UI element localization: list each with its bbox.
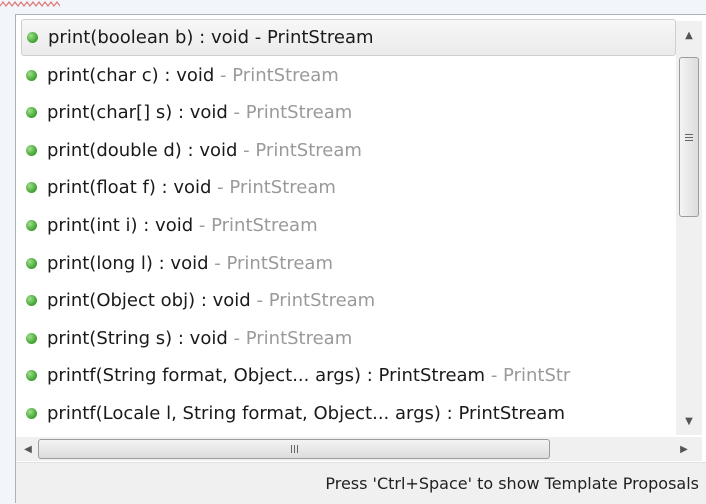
arrow-up-icon: ▲ — [685, 29, 693, 41]
proposal-signature: printf(Locale l, String format, Object..… — [47, 403, 565, 424]
horizontal-scroll-thumb[interactable] — [38, 439, 550, 459]
proposal-item[interactable]: print(float f) : void - PrintStream — [16, 169, 676, 206]
proposal-separator: - — [485, 365, 504, 387]
scroll-down-button[interactable]: ▼ — [676, 407, 702, 435]
error-squiggle — [0, 0, 60, 7]
public-method-icon — [26, 408, 37, 419]
public-method-icon — [26, 144, 37, 156]
proposal-owner: PrintStream — [229, 177, 336, 199]
status-text: Press 'Ctrl+Space' to show Template Prop… — [325, 474, 699, 493]
proposal-signature: print(double d) : void — [47, 139, 238, 161]
proposal-item[interactable]: print(boolean b) : void - PrintStream — [21, 19, 676, 56]
arrow-left-icon: ◀ — [24, 443, 32, 455]
horizontal-scrollbar[interactable]: ◀ ▶ — [16, 437, 702, 461]
proposal-signature: print(boolean b) : void — [48, 27, 250, 48]
vertical-scroll-thumb[interactable] — [679, 57, 699, 217]
public-method-icon — [26, 107, 37, 119]
proposal-owner: PrintStream — [232, 64, 339, 86]
proposal-signature: print(Object obj) : void — [47, 290, 251, 312]
proposal-separator: - — [193, 215, 212, 236]
public-method-icon — [26, 370, 37, 382]
proposal-owner: PrintStr — [503, 365, 571, 387]
proposal-signature: printf(String format, Object... args) : … — [47, 365, 486, 387]
scroll-up-button[interactable]: ▲ — [676, 21, 702, 49]
public-method-icon — [26, 295, 37, 307]
proposal-owner: PrintStream — [211, 215, 318, 236]
proposal-signature: print(long l) : void — [47, 252, 209, 274]
proposal-separator: - — [250, 290, 269, 312]
proposal-owner: PrintStream — [245, 102, 353, 124]
proposal-item[interactable]: print(Object obj) : void - PrintStream — [16, 282, 676, 319]
proposal-signature: print(char[] s) : void — [47, 102, 228, 124]
public-method-icon — [26, 257, 37, 269]
proposal-separator: - — [211, 177, 230, 199]
proposal-separator: - — [214, 64, 233, 86]
proposal-owner: PrintStream — [255, 139, 362, 161]
public-method-icon — [26, 332, 37, 344]
vertical-scrollbar[interactable]: ▲ ▼ — [676, 21, 702, 435]
proposal-item[interactable]: print(long l) : void - PrintStream — [16, 245, 676, 282]
proposal-signature: print(char c) : void — [47, 64, 215, 86]
public-method-icon — [26, 69, 37, 81]
proposal-owner: PrintStream — [267, 27, 374, 48]
proposal-separator: - — [237, 139, 256, 161]
proposal-separator: - — [208, 252, 227, 274]
proposal-item[interactable]: print(int i) : void - PrintStream — [16, 207, 676, 244]
proposal-signature: print(int i) : void — [47, 215, 194, 236]
proposal-item[interactable]: printf(String format, Object... args) : … — [16, 357, 676, 394]
proposal-separator: - — [227, 102, 246, 124]
arrow-right-icon: ▶ — [680, 443, 688, 455]
status-bar: Press 'Ctrl+Space' to show Template Prop… — [16, 462, 706, 504]
proposal-separator: - — [227, 327, 246, 349]
scroll-right-button[interactable]: ▶ — [672, 437, 696, 461]
public-method-icon — [27, 32, 38, 43]
proposal-item[interactable]: printf(Locale l, String format, Object..… — [16, 395, 676, 432]
content-assist-popup: print(boolean b) : void - PrintStream pri… — [15, 14, 706, 504]
proposal-item[interactable]: print(char[] s) : void - PrintStream — [16, 94, 676, 131]
proposal-owner: PrintStream — [245, 327, 353, 349]
scroll-left-button[interactable]: ◀ — [16, 437, 40, 461]
public-method-icon — [26, 182, 37, 194]
public-method-icon — [26, 220, 37, 231]
proposal-list[interactable]: print(boolean b) : void - PrintStream pri… — [16, 15, 676, 435]
proposal-owner: PrintStream — [226, 252, 334, 274]
grip-icon — [290, 445, 298, 453]
proposal-item[interactable]: print(char c) : void - PrintStream — [16, 57, 676, 94]
proposal-separator: - — [249, 27, 268, 48]
arrow-down-icon: ▼ — [685, 415, 693, 427]
proposal-owner: PrintStream — [268, 290, 376, 312]
proposal-signature: print(String s) : void — [47, 327, 228, 349]
proposal-signature: print(float f) : void — [47, 177, 212, 199]
proposal-item[interactable]: print(double d) : void - PrintStream — [16, 132, 676, 169]
grip-icon — [685, 133, 693, 141]
proposal-item[interactable]: print(String s) : void - PrintStream — [16, 320, 676, 357]
